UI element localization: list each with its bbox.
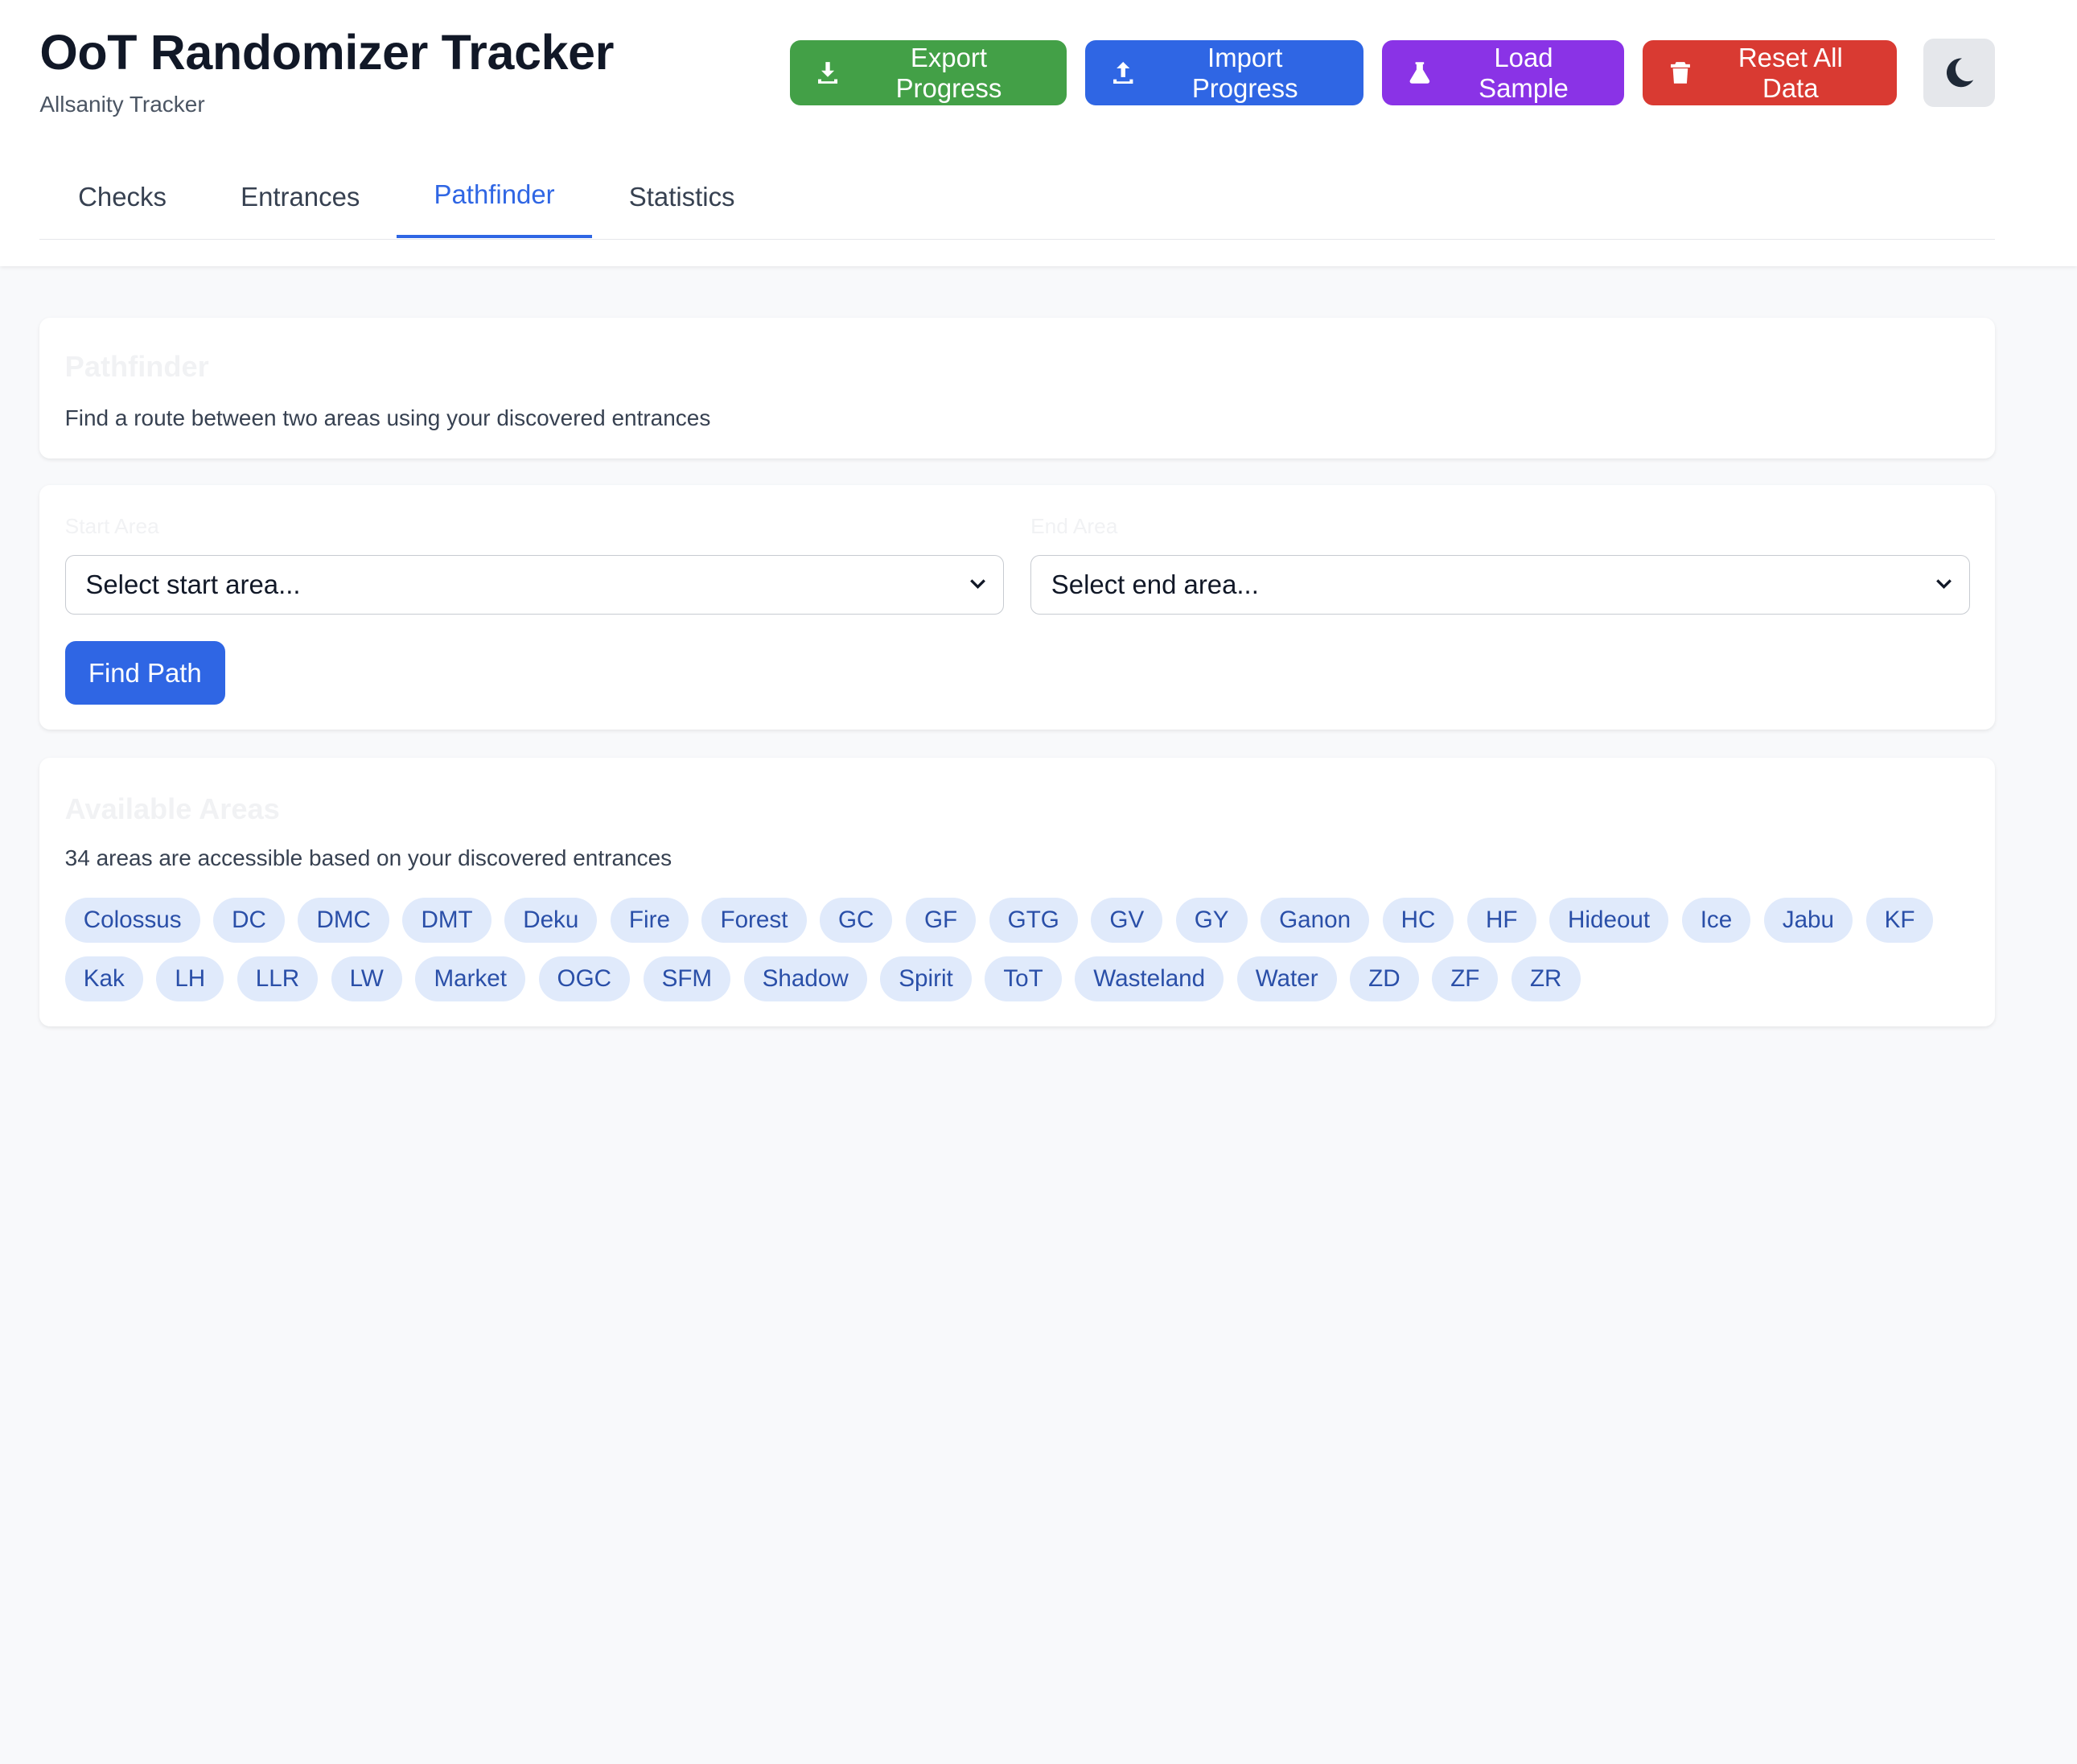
header-actions: Export Progress Import Progress Load Sam… (789, 38, 1995, 108)
area-chip[interactable]: Hideout (1548, 898, 1669, 944)
area-chip-list: Colossus DC DMC DMT Deku Fire Forest GC GF GTG GV G… (64, 898, 1972, 1001)
area-chip[interactable]: Spirit (880, 956, 972, 1001)
app-root: OoT Randomizer Tracker Allsanity Tracker… (0, 0, 2077, 1071)
start-area-value: Select start area... (85, 569, 301, 599)
download-icon (817, 62, 837, 84)
area-chip[interactable]: Jabu (1763, 898, 1853, 944)
available-areas-card: Available Areas 34 areas are accessible … (39, 757, 1995, 1027)
start-area-select[interactable]: Select start area... (64, 554, 1005, 615)
area-chip[interactable]: LH (156, 956, 224, 1001)
app-title: OoT Randomizer Tracker (39, 24, 615, 80)
chevron-down-icon (970, 579, 986, 589)
area-chip[interactable]: SFM (643, 956, 731, 1001)
area-chip[interactable]: ZR (1511, 956, 1581, 1001)
area-chip[interactable]: GV (1091, 898, 1163, 944)
flask-icon (1409, 62, 1430, 84)
export-progress-button[interactable]: Export Progress (789, 40, 1067, 105)
export-progress-label: Export Progress (895, 42, 1002, 103)
area-chip[interactable]: Wasteland (1075, 956, 1224, 1001)
theme-toggle-button[interactable] (1923, 38, 1995, 108)
tab-checks[interactable]: Checks (39, 156, 204, 238)
area-chip[interactable]: HF (1466, 898, 1536, 944)
tab-statistics[interactable]: Statistics (592, 156, 772, 238)
area-chip[interactable]: GY (1175, 898, 1248, 944)
end-area-label: End Area (1030, 513, 1118, 538)
area-chip[interactable]: Ganon (1261, 898, 1370, 944)
area-chip[interactable]: ToT (985, 956, 1062, 1001)
find-path-button[interactable]: Find Path (64, 640, 225, 705)
area-chip[interactable]: LW (331, 956, 402, 1001)
area-chip[interactable]: LLR (236, 956, 319, 1001)
area-chip[interactable]: GTG (989, 898, 1078, 944)
upload-icon (1113, 62, 1133, 84)
end-area-value: Select end area... (1051, 569, 1259, 599)
area-chip[interactable]: GC (819, 898, 893, 944)
app-subtitle: Allsanity Tracker (39, 91, 205, 117)
route-form-card: Start Area Select start area... End Area… (39, 484, 1995, 730)
start-area-label: Start Area (64, 513, 159, 538)
load-sample-label: Load Sample (1479, 42, 1569, 103)
area-chip[interactable]: Fire (610, 898, 689, 944)
area-chip[interactable]: OGC (538, 956, 631, 1001)
chevron-down-icon (1935, 579, 1952, 589)
available-areas-heading: Available Areas (64, 792, 280, 825)
available-areas-description: 34 areas are accessible based on your di… (64, 845, 672, 870)
area-chip[interactable]: Shadow (743, 956, 867, 1001)
area-chip[interactable]: ZF (1432, 956, 1499, 1001)
reset-all-data-button[interactable]: Reset All Data (1642, 40, 1898, 105)
end-area-select[interactable]: Select end area... (1030, 554, 1970, 615)
area-chip[interactable]: Water (1236, 956, 1337, 1001)
area-chip[interactable]: Deku (504, 898, 598, 944)
area-chip[interactable]: Forest (701, 898, 807, 944)
area-chip[interactable]: Market (415, 956, 526, 1001)
tab-entrances[interactable]: Entrances (204, 156, 397, 238)
area-chip[interactable]: Ice (1681, 898, 1751, 944)
area-chip[interactable]: Colossus (64, 898, 200, 944)
area-chip[interactable]: DC (213, 898, 285, 944)
area-chip[interactable]: GF (905, 898, 977, 944)
trash-icon (1671, 62, 1691, 84)
area-chip[interactable]: Kak (64, 956, 143, 1001)
area-chip[interactable]: DMT (402, 898, 491, 944)
header: OoT Randomizer Tracker Allsanity Tracker… (0, 0, 2077, 266)
area-chip[interactable]: HC (1382, 898, 1454, 944)
moon-icon (1947, 58, 1974, 88)
reset-all-data-label: Reset All Data (1738, 42, 1843, 103)
load-sample-button[interactable]: Load Sample (1381, 40, 1624, 105)
import-progress-label: Import Progress (1191, 42, 1298, 103)
area-chip[interactable]: ZD (1350, 956, 1419, 1001)
area-chip[interactable]: DMC (298, 898, 389, 944)
pathfinder-heading: Pathfinder (64, 349, 209, 383)
tab-bar: Checks Entrances Pathfinder Statistics (39, 156, 1995, 241)
import-progress-button[interactable]: Import Progress (1084, 40, 1363, 105)
pathfinder-description: Find a route between two areas using you… (64, 405, 711, 430)
tab-pathfinder[interactable]: Pathfinder (397, 156, 592, 239)
pathfinder-intro-card: Pathfinder Find a route between two area… (39, 318, 1995, 458)
area-chip[interactable]: KF (1865, 898, 1934, 944)
